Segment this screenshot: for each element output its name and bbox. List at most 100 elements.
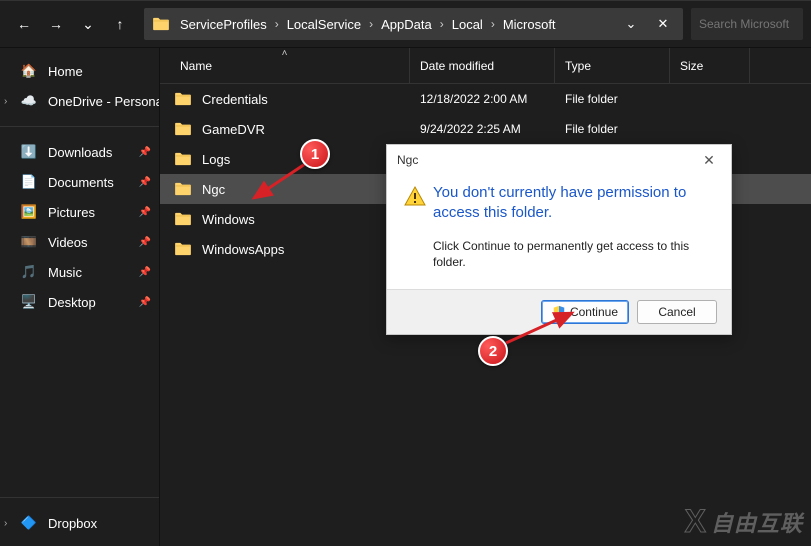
folder-icon xyxy=(174,92,192,106)
separator xyxy=(0,126,159,127)
continue-button[interactable]: Continue xyxy=(541,300,629,324)
column-label: Name xyxy=(180,59,212,73)
watermark: X 自由互联 xyxy=(685,503,803,540)
recent-locations-button[interactable]: ⌄ xyxy=(72,8,104,40)
folder-icon xyxy=(174,122,192,136)
desktop-icon: 🖥️ xyxy=(20,293,38,311)
pin-icon: 📌 xyxy=(139,207,151,218)
sidebar-item-label: Documents xyxy=(48,175,114,190)
folder-icon xyxy=(152,17,170,31)
pin-icon: 📌 xyxy=(139,267,151,278)
uac-shield-icon xyxy=(552,305,566,319)
sidebar-item-videos[interactable]: 🎞️ Videos 📌 xyxy=(0,227,159,257)
sidebar-item-label: Dropbox xyxy=(48,516,97,531)
sidebar-item-pictures[interactable]: 🖼️ Pictures 📌 xyxy=(0,197,159,227)
onedrive-icon: ☁️ xyxy=(20,92,38,110)
videos-icon: 🎞️ xyxy=(20,233,38,251)
search-input[interactable] xyxy=(699,17,795,31)
file-type: File folder xyxy=(555,92,670,106)
watermark-glyph: X xyxy=(685,503,707,540)
chevron-right-icon: › xyxy=(367,17,375,31)
column-header-date[interactable]: Date modified xyxy=(410,48,555,83)
sidebar-item-downloads[interactable]: ⬇️ Downloads 📌 xyxy=(0,137,159,167)
file-name: Windows xyxy=(202,212,255,227)
sidebar-item-home[interactable]: 🏠 Home xyxy=(0,56,159,86)
pin-icon: 📌 xyxy=(139,237,151,248)
close-button[interactable]: ✕ xyxy=(697,148,721,172)
sidebar-item-music[interactable]: 🎵 Music 📌 xyxy=(0,257,159,287)
chevron-right-icon[interactable]: › xyxy=(4,96,7,107)
file-row[interactable]: GameDVR 9/24/2022 2:25 AMFile folder xyxy=(160,114,811,144)
sidebar-item-desktop[interactable]: 🖥️ Desktop 📌 xyxy=(0,287,159,317)
pin-icon: 📌 xyxy=(139,147,151,158)
button-label: Continue xyxy=(570,305,618,319)
documents-icon: 📄 xyxy=(20,173,38,191)
column-header-type[interactable]: Type xyxy=(555,48,670,83)
dialog-buttons: Continue Cancel xyxy=(387,289,731,334)
up-button[interactable]: ↑ xyxy=(104,8,136,40)
navigation-pane: 🏠 Home › ☁️ OneDrive - Personal ⬇️ Downl… xyxy=(0,48,160,546)
dialog-heading: You don't currently have permission to a… xyxy=(433,183,715,224)
sidebar-item-onedrive[interactable]: › ☁️ OneDrive - Personal xyxy=(0,86,159,116)
file-name: GameDVR xyxy=(202,122,265,137)
chevron-right-icon[interactable]: › xyxy=(4,518,7,529)
sidebar-item-label: Music xyxy=(48,265,82,280)
column-label: Size xyxy=(680,59,703,73)
file-date: 12/18/2022 2:00 AM xyxy=(410,92,555,106)
annotation-marker-1: 1 xyxy=(300,139,330,169)
breadcrumb-segment[interactable]: Microsoft xyxy=(497,17,562,32)
forward-button[interactable]: → xyxy=(40,8,72,40)
dialog-titlebar: Ngc ✕ xyxy=(387,145,731,175)
cancel-button[interactable]: Cancel xyxy=(637,300,717,324)
chevron-right-icon: › xyxy=(489,17,497,31)
search-box[interactable] xyxy=(691,8,803,40)
file-name: Ngc xyxy=(202,182,225,197)
sidebar-item-documents[interactable]: 📄 Documents 📌 xyxy=(0,167,159,197)
pictures-icon: 🖼️ xyxy=(20,203,38,221)
sidebar-item-label: Videos xyxy=(48,235,88,250)
address-dropdown-button[interactable]: ⌄ xyxy=(615,8,647,40)
pin-icon: 📌 xyxy=(139,177,151,188)
sidebar-item-label: Downloads xyxy=(48,145,112,160)
folder-icon xyxy=(174,242,192,256)
breadcrumb-segment[interactable]: Local xyxy=(446,17,489,32)
downloads-icon: ⬇️ xyxy=(20,143,38,161)
dropbox-icon: 🔷 xyxy=(20,514,38,532)
file-type: File folder xyxy=(555,122,670,136)
refresh-button[interactable]: ✕ xyxy=(647,8,679,40)
column-label: Date modified xyxy=(420,59,494,73)
sidebar-item-label: Home xyxy=(48,64,83,79)
file-name: Credentials xyxy=(202,92,268,107)
button-label: Cancel xyxy=(658,305,695,319)
sort-ascending-icon: ˄ xyxy=(282,48,288,59)
music-icon: 🎵 xyxy=(20,263,38,281)
file-name: Logs xyxy=(202,152,230,167)
sidebar-item-label: Pictures xyxy=(48,205,95,220)
folder-icon xyxy=(174,152,192,166)
dialog-subtext: Click Continue to permanently get access… xyxy=(433,238,715,272)
permission-dialog: Ngc ✕ You don't currently have permissio… xyxy=(386,144,732,335)
address-bar[interactable]: ServiceProfiles› LocalService› AppData› … xyxy=(144,8,683,40)
sidebar-item-dropbox[interactable]: › 🔷 Dropbox xyxy=(0,508,159,538)
file-date: 9/24/2022 2:25 AM xyxy=(410,122,555,136)
home-icon: 🏠 xyxy=(20,62,38,80)
separator xyxy=(0,497,159,498)
chevron-right-icon: › xyxy=(438,17,446,31)
breadcrumb-segment[interactable]: AppData xyxy=(375,17,438,32)
column-header-size[interactable]: Size xyxy=(670,48,750,83)
warning-icon xyxy=(403,183,433,271)
file-row[interactable]: Credentials 12/18/2022 2:00 AMFile folder xyxy=(160,84,811,114)
file-name: WindowsApps xyxy=(202,242,284,257)
dialog-title: Ngc xyxy=(397,153,418,167)
folder-icon xyxy=(174,212,192,226)
sidebar-item-label: Desktop xyxy=(48,295,96,310)
column-label: Type xyxy=(565,59,591,73)
watermark-text: 自由互联 xyxy=(711,506,803,538)
column-header-name[interactable]: Name ˄ xyxy=(160,48,410,83)
column-headers: Name ˄ Date modified Type Size xyxy=(160,48,811,84)
annotation-marker-2: 2 xyxy=(478,336,508,366)
breadcrumb-segment[interactable]: ServiceProfiles xyxy=(174,17,273,32)
folder-icon xyxy=(174,182,192,196)
breadcrumb-segment[interactable]: LocalService xyxy=(281,17,367,32)
back-button[interactable]: ← xyxy=(8,8,40,40)
